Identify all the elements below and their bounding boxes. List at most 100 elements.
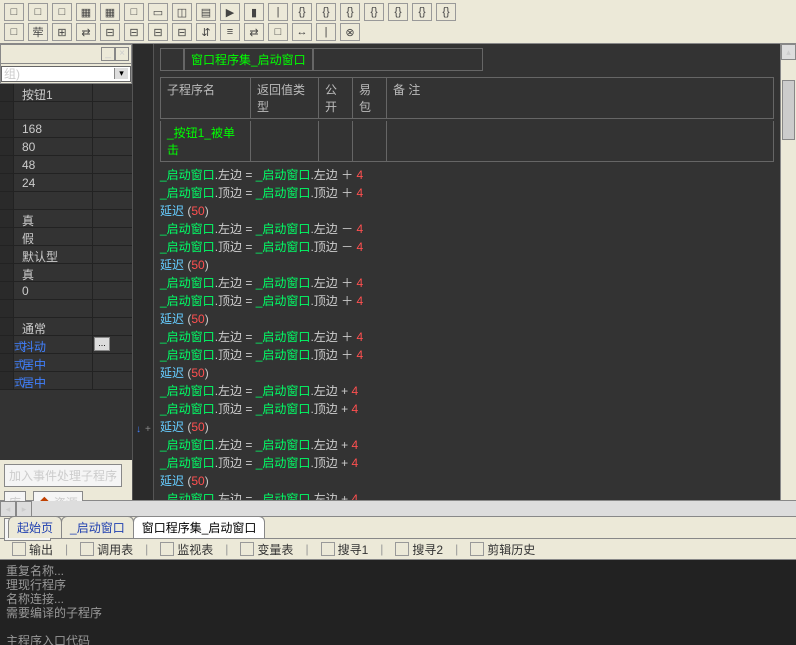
toolbar-button[interactable]: {}	[436, 3, 456, 21]
toolbar-button[interactable]: □	[4, 3, 24, 21]
code-editor[interactable]: 窗口程序集_启动窗口 子程序名返回值类型公开易包备 注 _按钮1_被单击 _启动…	[154, 44, 780, 500]
toolbar-button[interactable]: |	[268, 3, 288, 21]
panel-tab[interactable]: 变量表	[236, 539, 297, 560]
add-event-handler-button[interactable]: 加入事件处理子程序	[4, 464, 122, 487]
toolbar-button[interactable]: {}	[316, 3, 336, 21]
panel-tab[interactable]: 输出	[8, 539, 57, 560]
code-line[interactable]: _启动窗口.左边 = _启动窗口.左边 + 4	[160, 436, 774, 454]
code-line[interactable]: _启动窗口.顶边 = _启动窗口.顶边 ＋ 4	[160, 346, 774, 364]
property-row[interactable]: 真	[0, 210, 132, 228]
properties-panel: _ × 组) ▾ 按钮1168804824真假默认型真0通常式抖动...式居中式…	[0, 44, 132, 500]
toolbar-button[interactable]: {}	[340, 3, 360, 21]
code-line[interactable]: _启动窗口.左边 = _启动窗口.左边 － 4	[160, 220, 774, 238]
toolbar-button[interactable]: □	[52, 3, 72, 21]
toolbar-button[interactable]: ▭	[148, 3, 168, 21]
gutter-arrow-icon: ↓	[136, 424, 141, 435]
property-row[interactable]: 0	[0, 282, 132, 300]
vertical-scrollbar[interactable]: ▴	[780, 44, 796, 500]
code-line[interactable]: _启动窗口.顶边 = _启动窗口.顶边 + 4	[160, 400, 774, 418]
property-row[interactable]	[0, 102, 132, 120]
code-line-delay[interactable]: 延迟 (50)	[160, 202, 774, 220]
toolbar-button[interactable]: ▦	[76, 3, 96, 21]
panel-tab[interactable]: 监视表	[156, 539, 217, 560]
toolbar-button[interactable]: ▶	[220, 3, 240, 21]
subroutine-name[interactable]: _按钮1_被单击	[161, 121, 251, 161]
toolbar-button[interactable]: ⊟	[124, 23, 144, 41]
property-row[interactable]: 80	[0, 138, 132, 156]
scroll-right-icon[interactable]: ▸	[16, 501, 32, 517]
output-panel: 重复名称...理现行程序名称连接...需要编译的子程序主程序入口代码编译成功	[0, 560, 796, 645]
toolbar-button[interactable]: ⊟	[100, 23, 120, 41]
component-dropdown[interactable]: 组) ▾	[1, 66, 131, 82]
toolbar-button[interactable]: {}	[364, 3, 384, 21]
panel-tab[interactable]: 搜寻1	[317, 539, 373, 560]
toolbar-button[interactable]: ≡	[220, 23, 240, 41]
property-value: 0	[18, 282, 92, 299]
property-ellipsis-button[interactable]: ...	[94, 337, 110, 351]
editor-tab[interactable]: 起始页	[8, 516, 62, 538]
panel-tab[interactable]: 剪辑历史	[466, 539, 539, 560]
code-line[interactable]: _启动窗口.左边 = _启动窗口.左边 + 4	[160, 382, 774, 400]
property-row[interactable]: 默认型	[0, 246, 132, 264]
code-line[interactable]: _启动窗口.左边 = _启动窗口.左边 ＋ 4	[160, 166, 774, 184]
code-line[interactable]: _启动窗口.顶边 = _启动窗口.顶边 + 4	[160, 454, 774, 472]
property-row[interactable]: 式居中	[0, 372, 132, 390]
toolbar-button[interactable]: {}	[388, 3, 408, 21]
toolbar-button[interactable]: □	[4, 23, 24, 41]
toolbar-button[interactable]: |	[316, 23, 336, 41]
panel-tab[interactable]: 调用表	[76, 539, 137, 560]
code-line-delay[interactable]: 延迟 (50)	[160, 364, 774, 382]
code-line-delay[interactable]: 延迟 (50)	[160, 418, 774, 436]
property-row[interactable]: 按钮1	[0, 84, 132, 102]
scroll-left-icon[interactable]: ◂	[0, 501, 16, 517]
scrollbar-thumb[interactable]	[782, 80, 795, 140]
property-row[interactable]: 通常	[0, 318, 132, 336]
code-line-delay[interactable]: 延迟 (50)	[160, 256, 774, 274]
toolbar-button[interactable]: ◫	[172, 3, 192, 21]
property-row[interactable]	[0, 300, 132, 318]
property-row[interactable]: 式居中	[0, 354, 132, 372]
editor-tab[interactable]: _启动窗口	[61, 516, 134, 538]
toolbar-button[interactable]: □	[124, 3, 144, 21]
code-line-delay[interactable]: 延迟 (50)	[160, 472, 774, 490]
code-line[interactable]: _启动窗口.左边 = _启动窗口.左边 ＋ 4	[160, 274, 774, 292]
panel-tab-icon	[240, 542, 254, 556]
property-value: 24	[18, 174, 92, 191]
minimize-icon[interactable]: _	[101, 47, 115, 61]
code-line[interactable]: _启动窗口.顶边 = _启动窗口.顶边 ＋ 4	[160, 292, 774, 310]
property-row[interactable]: 168	[0, 120, 132, 138]
horizontal-scrollbar[interactable]: ◂ ▸	[0, 500, 796, 516]
property-row[interactable]: 假	[0, 228, 132, 246]
toolbar-button[interactable]: ⇄	[244, 23, 264, 41]
code-line[interactable]: _启动窗口.顶边 = _启动窗口.顶边 － 4	[160, 238, 774, 256]
close-icon[interactable]: ×	[115, 47, 129, 61]
toolbar-button[interactable]: ▮	[244, 3, 264, 21]
property-row[interactable]: 24	[0, 174, 132, 192]
scroll-up-icon[interactable]: ▴	[781, 44, 796, 60]
toolbar-button[interactable]: ⊟	[172, 23, 192, 41]
code-line-delay[interactable]: 延迟 (50)	[160, 310, 774, 328]
property-row[interactable]: 真	[0, 264, 132, 282]
panel-tab[interactable]: 搜寻2	[391, 539, 447, 560]
code-line[interactable]: _启动窗口.左边 = _启动窗口.左边 ＋ 4	[160, 328, 774, 346]
toolbar-button[interactable]: {}	[412, 3, 432, 21]
toolbar-button[interactable]: □	[268, 23, 288, 41]
code-line[interactable]: _启动窗口.顶边 = _启动窗口.顶边 ＋ 4	[160, 184, 774, 202]
property-row[interactable]: 式抖动...	[0, 336, 132, 354]
chevron-down-icon[interactable]: ▾	[114, 68, 128, 79]
editor-tab[interactable]: 窗口程序集_启动窗口	[133, 516, 266, 538]
toolbar-button[interactable]: ⇵	[196, 23, 216, 41]
toolbar-button[interactable]: ▤	[196, 3, 216, 21]
toolbar-button[interactable]: □	[28, 3, 48, 21]
toolbar-button[interactable]: ⊟	[148, 23, 168, 41]
toolbar-button[interactable]: ⊗	[340, 23, 360, 41]
toolbar-button[interactable]: ↔	[292, 23, 312, 41]
toolbar-button[interactable]: 荦	[28, 23, 48, 41]
toolbar-button[interactable]: ⇄	[76, 23, 96, 41]
toolbar-button[interactable]: ▦	[100, 3, 120, 21]
toolbar-button[interactable]: ⊞	[52, 23, 72, 41]
property-row[interactable]	[0, 192, 132, 210]
code-line[interactable]: _启动窗口.左边 = _启动窗口.左边 + 4	[160, 490, 774, 500]
toolbar-button[interactable]: {}	[292, 3, 312, 21]
property-row[interactable]: 48	[0, 156, 132, 174]
